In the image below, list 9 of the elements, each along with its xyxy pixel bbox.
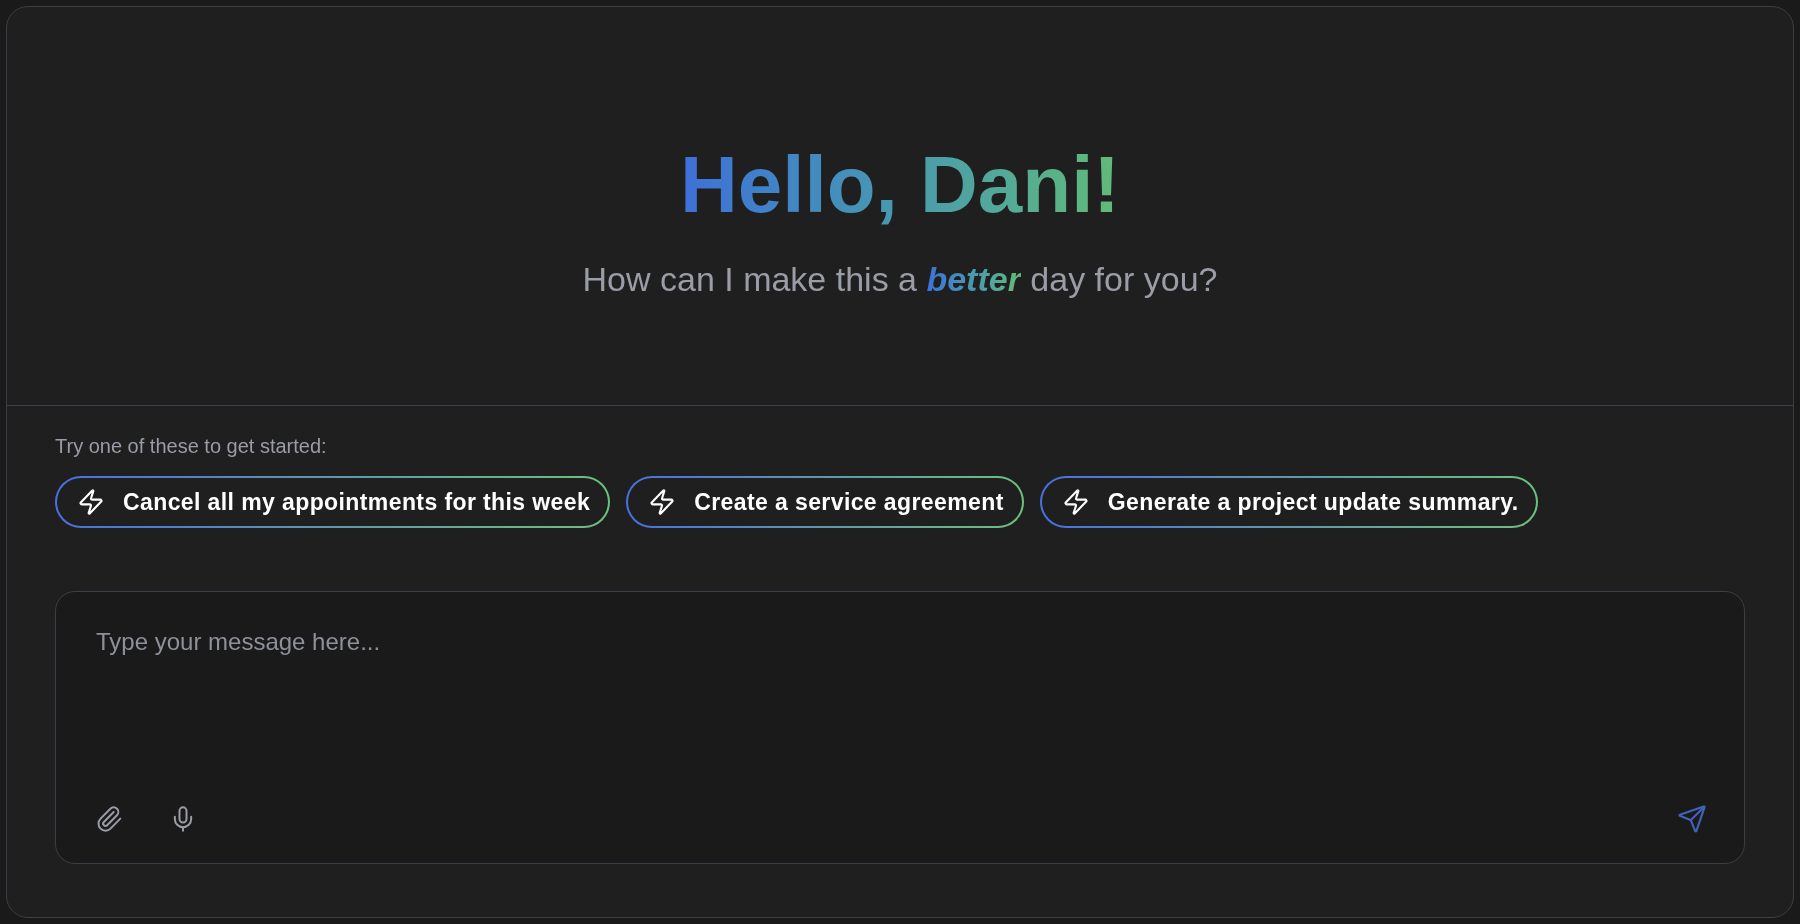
send-button[interactable] — [1677, 804, 1707, 834]
suggestion-chip[interactable]: Create a service agreement — [626, 476, 1024, 528]
message-field[interactable]: Type your message here... — [55, 591, 1745, 864]
lightning-icon — [648, 488, 677, 516]
lightning-icon — [1061, 488, 1090, 516]
lightning-icon — [77, 488, 105, 516]
subtitle: How can I make this a better day for you? — [582, 259, 1218, 300]
suggestions-label: Try one of these to get started: — [55, 434, 328, 458]
attach-button[interactable] — [95, 805, 123, 833]
